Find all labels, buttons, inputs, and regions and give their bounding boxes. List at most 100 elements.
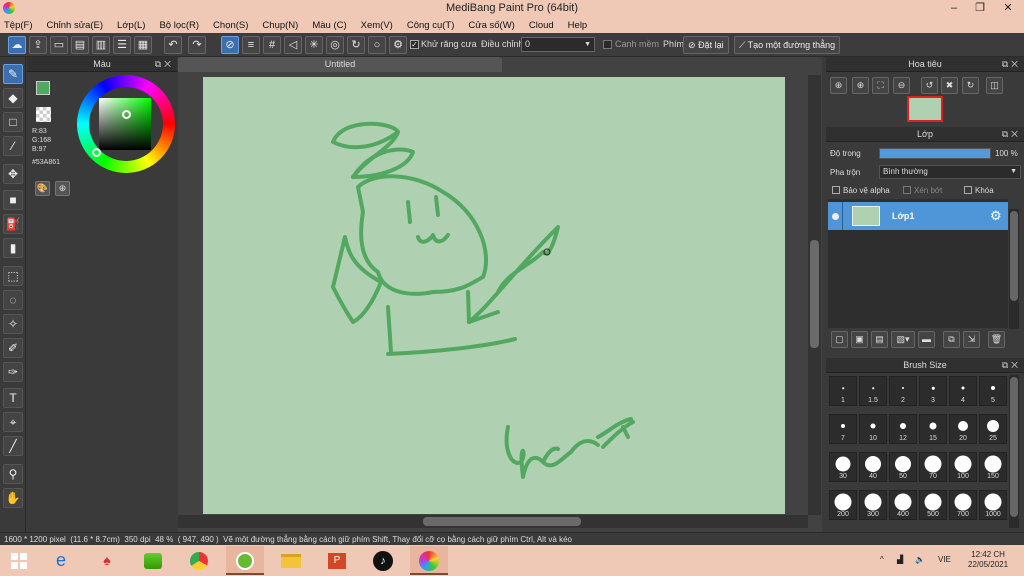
hue-wheel[interactable] [77,75,175,173]
horizontal-scrollbar[interactable] [178,515,808,528]
brush-size-cell[interactable]: 2 [889,376,917,406]
brush-size-cell[interactable]: 1000 [979,490,1007,520]
brush-size-cell[interactable]: 40 [859,452,887,482]
bluestacks-icon[interactable] [134,546,172,575]
brush-size-cell[interactable]: 700 [949,490,977,520]
palette-icon[interactable]: 🎨 [35,181,50,196]
blur-tool-icon[interactable]: ⁄ [3,136,23,156]
brush-size-cell[interactable]: 100 [949,452,977,482]
navigator-preview[interactable] [907,96,943,122]
zoom-in-alt-icon[interactable]: ⊕ [852,77,869,94]
dot-tool-icon[interactable]: □ [3,112,23,132]
menu-edit[interactable]: Chỉnh sửa(E) [47,20,104,31]
file-explorer-icon[interactable] [272,546,310,575]
merge-layer-icon[interactable]: ⇲ [963,331,980,348]
palette-add-icon[interactable]: ⊕ [55,181,70,196]
restore-button[interactable]: ❐ [966,0,994,17]
document-tab[interactable]: Untitled [178,57,502,72]
bucket-tool-icon[interactable]: ⛽ [3,214,23,234]
new-halftone-layer-icon[interactable]: ▣ [851,331,868,348]
comment-icon[interactable]: ▭ [50,36,68,54]
new-1bit-layer-icon[interactable]: ▤ [871,331,888,348]
vertical-scrollbar[interactable] [808,75,821,515]
cross-snap-icon[interactable]: # [263,36,281,54]
eraser-tool-icon[interactable]: ◆ [3,88,23,108]
trash-icon[interactable]: 🗑 [988,331,1005,348]
ie-icon[interactable]: e [42,546,80,575]
chat-icon[interactable]: ▤ [71,36,89,54]
lasso-tool-icon[interactable]: ◌ [3,290,23,310]
vanishing-snap-icon[interactable]: ◁ [284,36,302,54]
fit-icon[interactable]: ⛶ [872,77,889,94]
panel-float-icon[interactable]: ⧉✕ [1002,127,1021,142]
lock-checkbox[interactable] [964,186,972,194]
redo-icon[interactable]: ↷ [188,36,206,54]
medibang-taskbar-icon[interactable] [226,546,264,575]
language-indicator[interactable]: VIE [938,555,951,564]
menu-cloud[interactable]: Cloud [529,20,554,31]
select-pen-tool-icon[interactable]: ✐ [3,338,23,358]
brush-size-cell[interactable]: 200 [829,490,857,520]
brush-size-cell[interactable]: 10 [859,414,887,444]
rotate-right-icon[interactable]: ↻ [962,77,979,94]
circle-snap-icon[interactable]: ◎ [326,36,344,54]
transparent-swatch[interactable] [36,107,51,122]
brush-size-cell[interactable]: 30 [829,452,857,482]
chrome-icon[interactable] [180,546,218,575]
menu-select[interactable]: Chọn(S) [213,20,248,31]
gradient-tool-icon[interactable]: ▮ [3,238,23,258]
radial-snap-icon[interactable]: ✳ [305,36,323,54]
panel-float-icon[interactable]: ⧉✕ [155,57,174,72]
tray-chevron-icon[interactable]: ^ [880,555,884,564]
add-layer-menu-icon[interactable]: ▧▾ [891,331,915,348]
zoom-out-icon[interactable]: ⊖ [893,77,910,94]
straight-line-button[interactable]: ⟋ Tạo một đường thẳng [734,36,841,54]
zoom-in-icon[interactable]: ⊕ [830,77,847,94]
layer-scrollbar[interactable] [1009,209,1019,329]
brush-size-cell[interactable]: 3 [919,376,947,406]
brush-size-cell[interactable]: 150 [979,452,1007,482]
new-layer-icon[interactable]: ▢ [831,331,848,348]
menu-view[interactable]: Xem(V) [361,20,393,31]
brush-size-cell[interactable]: 5 [979,376,1007,406]
adjust-select[interactable]: 0 ▼ [521,37,595,52]
menu-color[interactable]: Màu (C) [312,20,346,31]
menu-file[interactable]: Tệp(F) [4,20,33,31]
duplicate-layer-icon[interactable]: ⧉ [943,331,960,348]
network-icon[interactable]: ▟ [897,555,903,564]
brush-size-cell[interactable]: 20 [949,414,977,444]
menu-capture[interactable]: Chụp(N) [262,20,298,31]
grid-icon[interactable]: ▦ [134,36,152,54]
close-button[interactable]: ✕ [994,0,1022,17]
document-icon[interactable]: ▥ [92,36,110,54]
folder-icon[interactable]: ▬ [918,331,935,348]
menu-window[interactable]: Cửa số(W) [468,20,514,31]
text-tool-icon[interactable]: T [3,388,23,408]
divide-tool-icon[interactable]: ╱ [3,436,23,456]
canvas[interactable] [203,77,785,514]
horizontal-scroll-thumb[interactable] [423,517,581,526]
edge-checkbox[interactable] [603,40,612,49]
fill-shape-tool-icon[interactable]: ■ [3,190,23,210]
reset-button[interactable]: ⊘ Đặt lại [683,36,729,54]
layer-scroll-thumb[interactable] [1010,211,1018,301]
start-button[interactable] [0,546,38,575]
brush-size-cell[interactable]: 1.5 [859,376,887,406]
brush-scroll-thumb[interactable] [1010,377,1018,517]
select-eraser-tool-icon[interactable]: ✑ [3,362,23,382]
blend-select[interactable]: Bình thường ▼ [879,165,1021,179]
protect-alpha-checkbox[interactable] [832,186,840,194]
list-icon[interactable]: ☰ [113,36,131,54]
curve-snap-icon[interactable]: ↻ [347,36,365,54]
snap-off-icon[interactable]: ⊘ [221,36,239,54]
rotate-reset-icon[interactable]: ✖ [941,77,958,94]
sv-cursor[interactable] [122,110,131,119]
brush-size-cell[interactable]: 12 [889,414,917,444]
brush-size-cell[interactable]: 70 [919,452,947,482]
brush-size-cell[interactable]: 7 [829,414,857,444]
tiktok-icon[interactable]: ♪ [364,546,402,575]
volume-icon[interactable]: 🔈 [915,555,925,564]
operation-tool-icon[interactable]: ⌖ [3,412,23,432]
panel-float-icon[interactable]: ⧉✕ [1002,57,1021,72]
menu-layer[interactable]: Lớp(L) [117,20,145,31]
